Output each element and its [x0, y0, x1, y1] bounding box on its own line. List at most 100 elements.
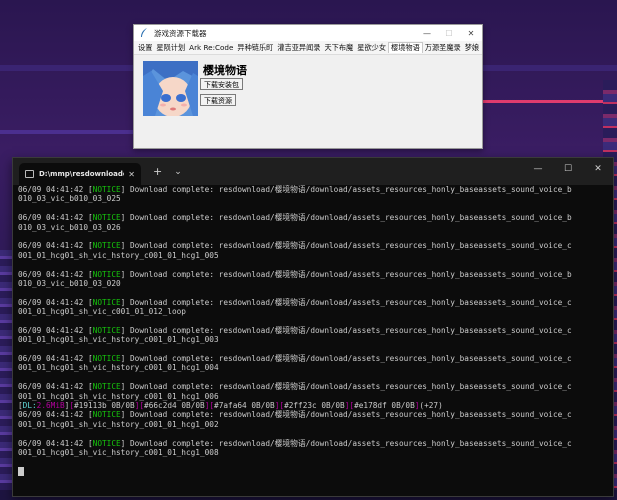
downloader-window[interactable]: 游戏资源下载器 — ☐ ✕ 设置 星陨计划 Ark Re:Code 异种链乐町 灌吉亚异… [133, 24, 483, 149]
terminal-line: 06/09 04:41:42 [NOTICE] Download complet… [18, 439, 601, 448]
terminal-maximize-button[interactable]: ☐ [553, 158, 583, 180]
log-level: NOTICE [92, 325, 121, 335]
terminal-line: 001_01_hcg01_sh_vic_hstory_c001_01_hcg1_… [18, 420, 601, 429]
terminal-line: 06/09 04:41:42 [NOTICE] Download complet… [18, 185, 601, 194]
new-tab-button[interactable]: + [153, 165, 162, 178]
progress-item: #7afa64 0B/0B [214, 400, 275, 410]
maximize-button[interactable]: ☐ [438, 25, 460, 41]
log-level: NOTICE [92, 354, 121, 364]
log-level: NOTICE [92, 213, 121, 223]
downloader-titlebar[interactable]: 游戏资源下载器 — ☐ ✕ [134, 25, 482, 41]
terminal-scrollbar[interactable] [608, 188, 611, 488]
log-timestamp: 06/09 04:41:42 [18, 438, 88, 448]
terminal-minimize-button[interactable]: — [523, 158, 553, 180]
log-message: Download complete: resdownload/樱境物语/down… [130, 241, 572, 251]
log-level: NOTICE [92, 269, 121, 279]
game-tab[interactable]: 星陨计划 [154, 43, 187, 53]
terminal-line [18, 467, 601, 477]
log-message: 010_03_vic_b010_03_026 [18, 222, 121, 232]
game-title: 樱境物语 [203, 64, 247, 77]
terminal-line: 06/09 04:41:42 [NOTICE] Download complet… [18, 241, 601, 250]
log-bracket: ] [120, 354, 131, 364]
game-tab[interactable]: 灌吉亚异闻录 [275, 43, 322, 53]
terminal-line: 001_01_hcg01_sh_vic_c001_01_012_loop [18, 307, 601, 316]
log-bracket: ] [120, 241, 131, 251]
log-bracket: ] [120, 410, 131, 420]
log-timestamp: 06/09 04:41:42 [18, 410, 88, 420]
terminal-window[interactable]: D:\mmp\resdownloader\resd ✕ + ⌄ — ☐ ✕ 06… [12, 157, 614, 497]
log-message: 001_01_hcg01_sh_vic_hstory_c001_01_hcg1_… [18, 447, 219, 457]
progress-item: #19113b 0B/0B [74, 400, 135, 410]
game-tab[interactable]: 樱境物语 [388, 42, 423, 53]
terminal-tab[interactable]: D:\mmp\resdownloader\resd ✕ [19, 163, 141, 185]
minimize-button[interactable]: — [416, 25, 438, 41]
log-message: 001_01_hcg01_sh_vic_hstory_c001_01_hcg1_… [18, 250, 219, 260]
downloader-title: 游戏资源下载器 [154, 28, 207, 38]
log-bracket: ] [120, 269, 131, 279]
log-timestamp: 06/09 04:41:42 [18, 213, 88, 223]
log-level: NOTICE [92, 185, 121, 194]
terminal-line: 001_01_hcg01_sh_vic_hstory_c001_01_hcg1_… [18, 363, 601, 372]
terminal-cursor [18, 467, 24, 477]
close-button[interactable]: ✕ [460, 25, 482, 41]
terminal-icon [25, 170, 34, 178]
game-tab[interactable]: Ark Re:Code [187, 43, 235, 52]
log-message: 001_01_hcg01_sh_vic_c001_01_012_loop [18, 307, 186, 317]
game-tab[interactable]: 设置 [136, 43, 154, 53]
log-message: 001_01_hcg01_sh_vic_hstory_c001_01_hcg1_… [18, 419, 219, 429]
log-message: 010_03_vic_b010_03_020 [18, 278, 121, 288]
progress-value: 2.6MiB [36, 400, 65, 410]
game-tab[interactable]: 异种链乐町 [235, 43, 275, 53]
log-timestamp: 06/09 04:41:42 [18, 325, 88, 335]
log-timestamp: 06/09 04:41:42 [18, 354, 88, 364]
log-bracket: ] [120, 185, 131, 194]
terminal-line: 06/09 04:41:42 [NOTICE] Download complet… [18, 354, 601, 363]
log-message: Download complete: resdownload/樱境物语/down… [130, 382, 572, 392]
terminal-tabbar: D:\mmp\resdownloader\resd ✕ + ⌄ — ☐ ✕ [13, 158, 613, 185]
log-timestamp: 06/09 04:41:42 [18, 185, 88, 194]
game-tabs: 设置 星陨计划 Ark Re:Code 异种链乐町 灌吉亚异闻录 天下布魔 星欲少女 樱境物语… [134, 41, 482, 55]
log-message: 001_01_hcg01_sh_vic_hstory_c001_01_hcg1_… [18, 335, 219, 345]
log-message: Download complete: resdownload/樱境物语/down… [130, 410, 572, 420]
log-message: Download complete: resdownload/樱境物语/down… [130, 185, 572, 194]
terminal-line: 010_03_vic_b010_03_026 [18, 223, 601, 232]
tab-dropdown-button[interactable]: ⌄ [174, 167, 182, 177]
progress-item: #e178df 0B/0B [354, 400, 415, 410]
desktop-band [480, 100, 617, 103]
log-bracket: ] [120, 213, 131, 223]
game-tab[interactable]: 万源圣魔录 [423, 43, 463, 53]
log-level: NOTICE [92, 382, 121, 392]
terminal-line: 06/09 04:41:42 [NOTICE] Download complet… [18, 213, 601, 222]
desktop-pixel-art [0, 250, 12, 490]
terminal-close-button[interactable]: ✕ [583, 158, 613, 180]
log-message: 001_01_hcg01_sh_vic_hstory_c001_01_hcg1_… [18, 391, 219, 401]
terminal-line: 06/09 04:41:42 [NOTICE] Download complet… [18, 298, 601, 307]
terminal-line: 010_03_vic_b010_03_020 [18, 279, 601, 288]
desktop-band [0, 130, 135, 134]
log-level: NOTICE [92, 241, 121, 251]
game-tab[interactable]: 星欲少女 [355, 43, 388, 53]
terminal-line: 001_01_hcg01_sh_vic_hstory_c001_01_hcg1_… [18, 392, 601, 401]
log-bracket: ] [120, 382, 131, 392]
progress-item: #2ff23c 0B/0B [284, 400, 345, 410]
game-tab[interactable]: 天下布魔 [322, 43, 355, 53]
terminal-line: 06/09 04:41:42 [NOTICE] Download complet… [18, 382, 601, 391]
close-tab-icon[interactable]: ✕ [128, 170, 135, 179]
download-apk-button[interactable]: 下载安装包 [200, 78, 243, 90]
game-tab[interactable]: 梦娘 [463, 43, 481, 53]
progress-extra: (+27) [419, 400, 443, 410]
terminal-line: 001_01_hcg01_sh_vic_hstory_c001_01_hcg1_… [18, 448, 601, 457]
progress-label: DL: [22, 400, 37, 410]
download-resources-button[interactable]: 下载资源 [200, 94, 236, 106]
log-bracket: ] [120, 438, 131, 448]
terminal-output[interactable]: 06/09 04:41:42 [NOTICE] Download complet… [18, 185, 601, 492]
log-bracket: ] [120, 297, 131, 307]
log-timestamp: 06/09 04:41:42 [18, 269, 88, 279]
